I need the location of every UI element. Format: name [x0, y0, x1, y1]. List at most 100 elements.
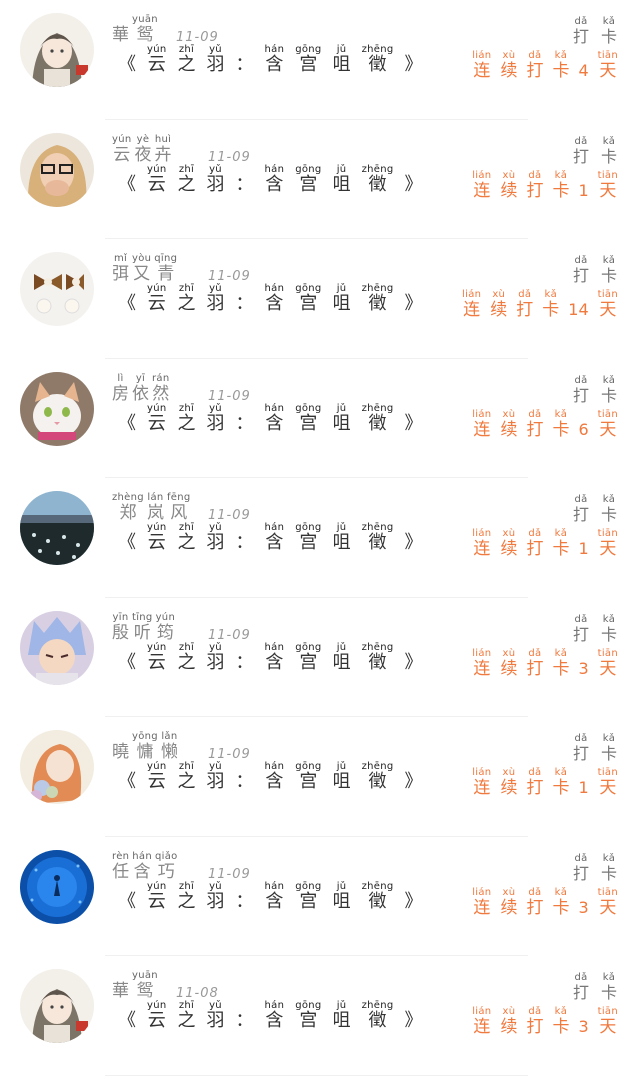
anime-boy-avatar[interactable]: [20, 610, 94, 685]
check-in-row[interactable]: mǐ 弭 yòu 又 qīng 青 11-09 《 yún 云 zhī 之 yǔ 羽 ： hán 含 gōng 宫 j…: [0, 239, 640, 359]
hanzi: 羽: [206, 1010, 225, 1031]
hanzi: 打: [516, 300, 534, 320]
hanzi: 曉: [112, 742, 129, 762]
aquarium-avatar[interactable]: [20, 849, 94, 924]
streak-days: 1: [578, 180, 589, 200]
streak-char: kǎ 卡: [552, 887, 569, 918]
lesson-title[interactable]: 《 yún 云 zhī 之 yǔ 羽 ： hán 含 gōng 宫 jǔ 咀 zhēng 徵》: [118, 1000, 423, 1031]
check-in-row[interactable]: rèn 任 hán 含 qiǎo 巧 11-09 《 yún 云 zhī 之 yǔ 羽： hán 含 gōng 宫…: [0, 837, 640, 956]
streak-char: tiān 天: [598, 767, 618, 798]
check-in-button[interactable]: dǎ 打 kǎ 卡: [573, 136, 617, 167]
pinyin: tiān: [597, 289, 618, 300]
hanzi: 羽: [206, 293, 225, 314]
right-bracket: 》: [404, 651, 423, 673]
hanzi: 风: [170, 503, 188, 523]
hanzi: 天: [599, 180, 617, 201]
check-in-button[interactable]: dǎ 打 kǎ 卡: [573, 494, 617, 525]
check-in-button[interactable]: dǎ 打 kǎ 卡: [573, 853, 617, 884]
user-name-char: yuān 鸳: [132, 970, 158, 1001]
hanzi: 卡: [552, 539, 570, 559]
check-in-char: dǎ 打: [573, 16, 589, 47]
check-in-row[interactable]: lì 房 yī 依 rán 然 11-09 《 yún 云 zhī 之 yǔ 羽： hán 含 gōng 宫 jǔ 咀…: [0, 359, 640, 478]
lesson-title[interactable]: 《 yún 云 zhī 之 yǔ 羽 ： hán 含 gōng 宫 jǔ 咀 zhēng 徵》: [118, 44, 423, 75]
hanzi: 宫: [299, 173, 318, 195]
hanzi: 羽: [206, 412, 225, 434]
hanzi: 天: [599, 300, 617, 320]
hanzi: 含: [265, 890, 284, 912]
check-in-row[interactable]: zhèng 郑 lán 岚 fēng 风 11-09 《 yún 云 zhī 之 yǔ 羽： hán 含 gōn…: [0, 478, 640, 598]
check-in-char: kǎ 卡: [601, 614, 617, 645]
pinyin: yòu: [132, 253, 152, 264]
pinyin: zhēng: [361, 641, 394, 653]
subtitle-char: zhēng 徵: [362, 881, 394, 912]
check-in-button[interactable]: dǎ 打 kǎ 卡: [573, 614, 617, 645]
user-name[interactable]: yún 云 yè 夜 huì 卉: [112, 134, 172, 165]
painted-girl-avatar[interactable]: [20, 730, 94, 804]
pinyin: yè: [136, 133, 150, 145]
pinyin: fēng: [166, 492, 191, 503]
check-in-button[interactable]: dǎ 打 kǎ 卡: [573, 375, 617, 406]
subtitle-char: gōng 宫: [295, 1000, 321, 1031]
user-name[interactable]: yīn 殷 tīng 听 yún 筠: [112, 612, 175, 643]
lesson-title[interactable]: 《 yún 云 zhī 之 yǔ 羽 ： hán 含 gōng 宫 jǔ 咀 zhēng 徵》: [118, 642, 423, 673]
check-in-row[interactable]: 曉 yōng 慵 lǎn 懒 11-09 《 yún 云 zhī 之 yǔ 羽： hán 含 gōng 宫 jǔ 咀…: [0, 717, 640, 837]
pinyin: kǎ: [544, 289, 558, 300]
lesson-title[interactable]: 《 yún 云 zhī 之 yǔ 羽 ： hán 含 gōng 宫 jǔ 咀 zhēng 徵》: [118, 522, 423, 553]
cat-avatar[interactable]: [20, 371, 94, 446]
pinyin: lián: [472, 647, 492, 659]
lesson-title[interactable]: 《 yún 云 zhī 之 yǔ 羽 ： hán 含 gōng 宫 jǔ 咀 zhēng 徵》: [118, 881, 423, 912]
check-in-row[interactable]: yún 云 yè 夜 huì 卉 11-09 《 yún 云 zhī 之 yǔ 羽： hán 含 gōng 宫 jǔ…: [0, 120, 640, 239]
pinyin: yún: [155, 611, 176, 623]
left-bracket: 《: [118, 890, 136, 912]
streak-char: kǎ 卡: [552, 648, 569, 679]
hanzi: 云: [147, 771, 166, 792]
user-name[interactable]: zhèng 郑 lán 岚 fēng 风: [112, 492, 191, 523]
title-char: yún 云: [147, 164, 167, 195]
title-char: yún 云: [147, 642, 167, 673]
user-name-char: yòu 又: [132, 253, 151, 284]
check-in-row[interactable]: yīn 殷 tīng 听 yún 筠 11-09 《 yún 云 zhī 之 yǔ 羽： hán 含 gōng 宫…: [0, 598, 640, 717]
user-name[interactable]: lì 房 yī 依 rán 然: [112, 373, 169, 404]
pinyin: kǎ: [554, 169, 568, 181]
check-in-row[interactable]: 華 yuān 鸳 11-09 《 yún 云 zhī 之 yǔ 羽 ： hán 含 gōng 宫 jǔ 咀 zhēn…: [0, 0, 640, 120]
lake-avatar[interactable]: [20, 491, 94, 565]
streak-char: lián 连: [472, 170, 491, 201]
blonde-girl-avatar[interactable]: [20, 132, 94, 207]
check-in-button[interactable]: dǎ 打 kǎ 卡: [573, 16, 617, 47]
lesson-title[interactable]: 《 yún 云 zhī 之 yǔ 羽 ： hán 含 gōng 宫 jǔ 咀 zhēng 徵》: [118, 761, 423, 792]
lesson-title[interactable]: 《 yún 云 zhī 之 yǔ 羽 ： hán 含 gōng 宫 jǔ 咀 zhēng 徵》: [118, 283, 423, 314]
hanzi: 连: [473, 539, 491, 559]
hanzi: 任: [112, 861, 130, 882]
check-in-button[interactable]: dǎ 打 kǎ 卡: [573, 255, 617, 286]
subtitle-char: jǔ 咀: [333, 642, 351, 673]
check-in-button[interactable]: dǎ 打 kǎ 卡: [573, 972, 617, 1003]
anime-girl-avatar[interactable]: [20, 13, 94, 87]
check-in-char: kǎ 卡: [601, 375, 617, 406]
pinyin: yún: [147, 641, 167, 653]
anime-girl-avatar[interactable]: [20, 969, 94, 1043]
hanzi: 续: [500, 778, 518, 798]
user-name[interactable]: 華 yuān 鸳: [112, 970, 158, 1001]
user-name[interactable]: 曉 yōng 慵 lǎn 懒: [112, 731, 178, 762]
title-char: yǔ 羽: [207, 164, 225, 195]
user-name[interactable]: 華 yuān 鸳: [112, 14, 158, 45]
lesson-title[interactable]: 《 yún 云 zhī 之 yǔ 羽 ： hán 含 gōng 宫 jǔ 咀 zhēng 徵》: [118, 164, 423, 195]
subtitle-char: jǔ 咀: [333, 1000, 351, 1031]
hanzi: 含: [265, 1010, 284, 1031]
pinyin: dǎ: [528, 886, 542, 898]
pinyin: xù: [502, 1006, 516, 1017]
subtitle-char: hán 含: [265, 1000, 285, 1031]
pinyin: dǎ: [528, 767, 542, 778]
lesson-title[interactable]: 《 yún 云 zhī 之 yǔ 羽 ： hán 含 gōng 宫 jǔ 咀 zhēng 徵》: [118, 403, 423, 434]
bow-earrings-avatar[interactable]: [20, 252, 94, 326]
pinyin: kǎ: [602, 255, 616, 266]
user-name[interactable]: rèn 任 hán 含 qiǎo 巧: [112, 851, 178, 882]
check-in-row[interactable]: 華 yuān 鸳 11-08 《 yún 云 zhī 之 yǔ 羽 ： hán 含 gōng 宫 jǔ 咀 zhēn…: [0, 956, 640, 1076]
streak-text: lián 连 xù 续 dǎ 打 kǎ 卡 1 tiān 天: [472, 528, 618, 559]
user-name[interactable]: mǐ 弭 yòu 又 qīng 青: [112, 253, 177, 284]
hanzi: 天: [599, 539, 617, 559]
title-char: yǔ 羽: [207, 1000, 225, 1031]
hanzi: 殷: [112, 622, 129, 643]
hanzi: 卡: [552, 778, 570, 798]
check-in-button[interactable]: dǎ 打 kǎ 卡: [573, 733, 617, 764]
